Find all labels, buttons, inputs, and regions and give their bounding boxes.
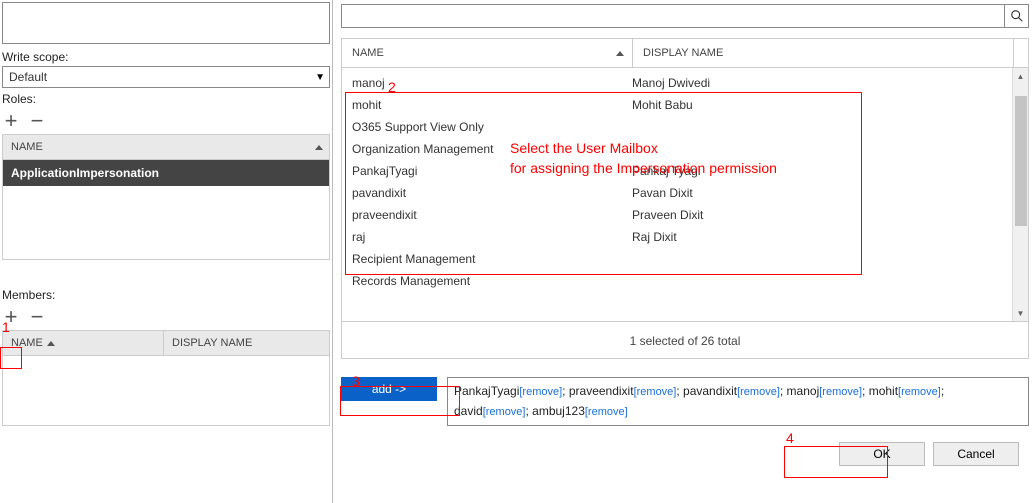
picker-header-name[interactable]: NAME xyxy=(352,47,384,59)
added-entry: PankajTyagi[remove] xyxy=(454,384,562,398)
remove-link[interactable]: [remove] xyxy=(634,386,677,398)
members-icon-row xyxy=(2,308,330,326)
remove-link[interactable]: [remove] xyxy=(585,406,628,418)
members-header-display[interactable]: DISPLAY NAME xyxy=(172,337,252,349)
remove-member-icon[interactable] xyxy=(28,308,46,326)
picker-list: manojManoj DwivedimohitMohit BabuO365 Su… xyxy=(342,68,1012,321)
write-scope-select[interactable]: Default ▼ xyxy=(2,66,330,88)
row-name: raj xyxy=(352,230,632,244)
added-entry: ambuj123[remove] xyxy=(532,404,628,418)
row-name: Recipient Management xyxy=(352,252,632,266)
table-row[interactable]: Records Management xyxy=(342,270,1012,292)
write-scope-label: Write scope: xyxy=(2,50,330,64)
selection-status: 1 selected of 26 total xyxy=(341,322,1029,359)
column-divider xyxy=(1013,39,1014,67)
table-row[interactable]: praveendixitPraveen Dixit xyxy=(342,204,1012,226)
table-row[interactable]: manojManoj Dwivedi xyxy=(342,72,1012,94)
table-row[interactable]: mohitMohit Babu xyxy=(342,94,1012,116)
row-display xyxy=(632,274,1012,288)
search-input[interactable] xyxy=(348,8,1004,24)
cancel-button[interactable]: Cancel xyxy=(933,442,1019,466)
row-display: Raj Dixit xyxy=(632,230,1012,244)
table-row[interactable]: pavandixitPavan Dixit xyxy=(342,182,1012,204)
remove-link[interactable]: [remove] xyxy=(898,386,941,398)
remove-link[interactable]: [remove] xyxy=(737,386,780,398)
row-name: Records Management xyxy=(352,274,632,288)
members-body xyxy=(2,356,330,426)
row-name: pavandixit xyxy=(352,186,632,200)
roles-icon-row xyxy=(2,112,330,130)
table-row[interactable]: Organization Management xyxy=(342,138,1012,160)
row-name: praveendixit xyxy=(352,208,632,222)
annotation-3: 3 xyxy=(352,373,360,389)
table-row[interactable]: Recipient Management xyxy=(342,248,1012,270)
left-pane: Write scope: Default ▼ Roles: NAME Appli… xyxy=(0,0,333,503)
add-role-icon[interactable] xyxy=(2,112,20,130)
search-icon[interactable] xyxy=(1004,5,1028,27)
add-row: add -> PankajTyagi[remove]; praveendixit… xyxy=(341,377,1029,426)
searchbar xyxy=(341,4,1029,28)
row-display: Pavan Dixit xyxy=(632,186,1012,200)
remove-link[interactable]: [remove] xyxy=(819,386,862,398)
annotation-1: 1 xyxy=(2,319,10,335)
sort-asc-icon xyxy=(315,145,323,150)
remove-link[interactable]: [remove] xyxy=(483,406,526,418)
added-entry: manoj[remove] xyxy=(787,384,862,398)
scroll-thumb[interactable] xyxy=(1015,96,1027,226)
sort-asc-icon xyxy=(47,341,55,346)
row-display xyxy=(632,252,1012,266)
row-display xyxy=(632,142,1012,156)
write-scope-value: Default xyxy=(9,70,47,84)
table-row[interactable]: O365 Support View Only xyxy=(342,116,1012,138)
scrollbar[interactable]: ▲ ▼ xyxy=(1012,68,1028,321)
roles-label: Roles: xyxy=(2,92,330,106)
members-header-name[interactable]: NAME xyxy=(11,337,43,349)
remove-link[interactable]: [remove] xyxy=(519,386,562,398)
annotation-select-text-1: Select the User Mailbox xyxy=(510,140,658,156)
added-members-box[interactable]: PankajTyagi[remove]; praveendixit[remove… xyxy=(447,377,1029,426)
picker-header-display[interactable]: DISPLAY NAME xyxy=(643,47,723,59)
row-display: Mohit Babu xyxy=(632,98,1012,112)
members-label: Members: xyxy=(2,288,330,302)
picker-list-wrap: manojManoj DwivedimohitMohit BabuO365 Su… xyxy=(341,68,1029,322)
remove-role-icon[interactable] xyxy=(28,112,46,130)
added-entry: praveendixit[remove] xyxy=(569,384,677,398)
row-name: mohit xyxy=(352,98,632,112)
scroll-up-icon[interactable]: ▲ xyxy=(1013,68,1028,84)
added-entry: mohit[remove] xyxy=(869,384,941,398)
added-entry: pavandixit[remove] xyxy=(683,384,780,398)
row-display xyxy=(632,120,1012,134)
added-entry: david[remove] xyxy=(454,404,525,418)
footer-buttons: OK Cancel xyxy=(339,442,1019,466)
chevron-down-icon: ▼ xyxy=(315,72,325,83)
roles-header-name[interactable]: NAME xyxy=(11,141,43,153)
roles-list: ApplicationImpersonation xyxy=(2,160,330,260)
table-row[interactable]: rajRaj Dixit xyxy=(342,226,1012,248)
right-pane: NAME DISPLAY NAME manojManoj Dwivedimohi… xyxy=(335,0,1035,503)
roles-table-header: NAME xyxy=(2,134,330,160)
annotation-2: 2 xyxy=(388,79,396,95)
scroll-down-icon[interactable]: ▼ xyxy=(1013,305,1028,321)
row-name: O365 Support View Only xyxy=(352,120,632,134)
sort-asc-icon xyxy=(616,51,624,56)
row-display: Manoj Dwivedi xyxy=(632,76,1012,90)
picker-table-header: NAME DISPLAY NAME xyxy=(341,38,1029,68)
annotation-4: 4 xyxy=(786,430,794,446)
role-row-selected[interactable]: ApplicationImpersonation xyxy=(3,160,329,186)
row-display: Praveen Dixit xyxy=(632,208,1012,222)
annotation-select-text-2: for assigning the Impersonation permissi… xyxy=(510,160,777,176)
ok-button[interactable]: OK xyxy=(839,442,925,466)
members-table-header: NAME DISPLAY NAME xyxy=(2,330,330,356)
blank-box xyxy=(2,2,330,44)
